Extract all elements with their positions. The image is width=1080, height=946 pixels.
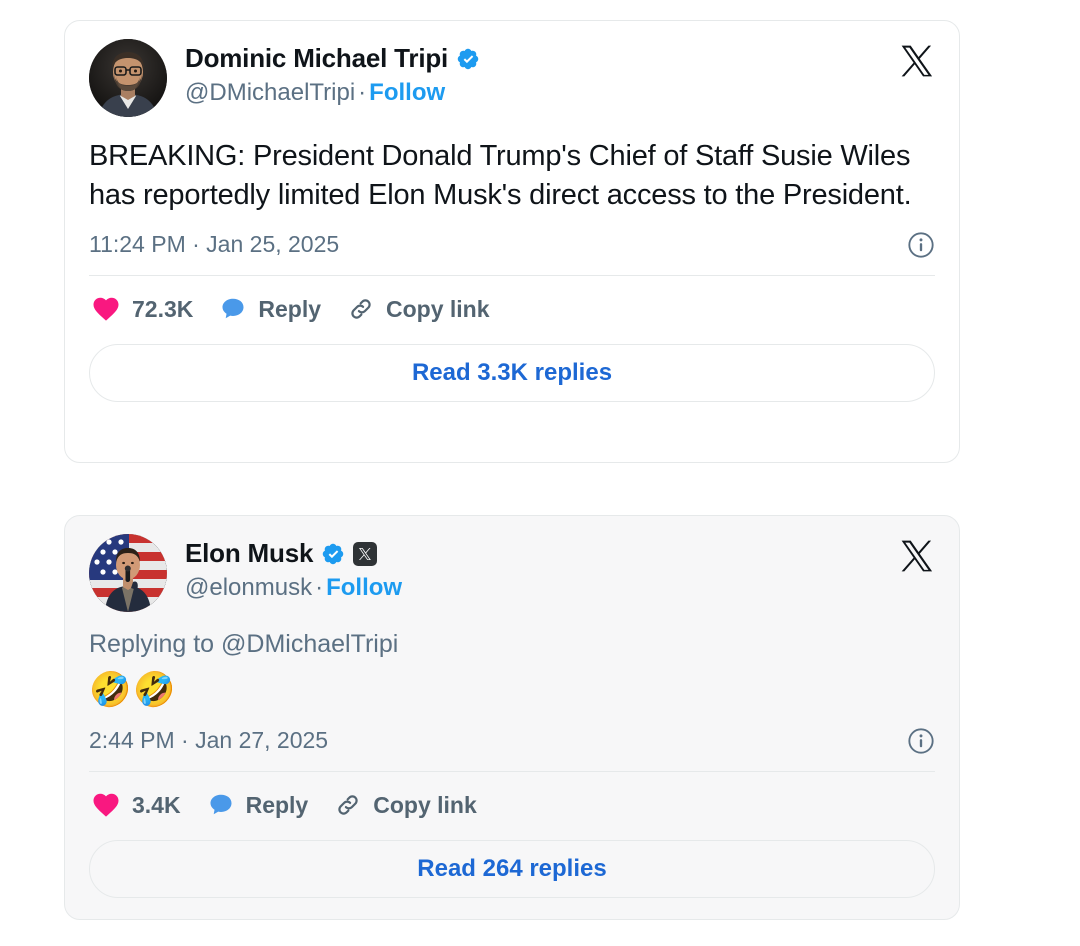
tweet-card-dominic-tripi[interactable]: Dominic Michael Tripi @DMichaelTripi · Fol… <box>64 20 960 463</box>
follow-link[interactable]: Follow <box>369 79 445 106</box>
tweet-card-elon-musk[interactable]: Elon Musk @elonmusk · Follow Replying to… <box>64 515 960 920</box>
heart-icon <box>91 294 121 324</box>
read-replies-button[interactable]: Read 3.3K replies <box>89 344 935 403</box>
reply-action[interactable]: Reply <box>219 295 321 323</box>
handle-separator: · <box>358 78 367 106</box>
reply-label: Reply <box>245 791 309 818</box>
info-circle-icon[interactable] <box>907 231 935 259</box>
divider <box>89 275 935 277</box>
replying-to-text: Replying to @DMichaelTripi <box>89 630 399 658</box>
verified-badge-icon <box>457 48 479 70</box>
handle-separator: · <box>315 573 324 601</box>
tweet-actions: 3.4K Reply Copy link <box>89 790 935 820</box>
embedded-posts-page: Dominic Michael Tripi @DMichaelTripi · Fol… <box>0 0 1080 946</box>
copy-link-action[interactable]: Copy link <box>347 295 490 323</box>
author-display-name: Elon Musk <box>185 538 314 568</box>
x-logo-icon[interactable] <box>899 538 935 574</box>
tweet-text: BREAKING: President Donald Trump's Chief… <box>89 140 912 212</box>
tweet-timestamp: 2:44 PM · Jan 27, 2025 <box>89 727 329 754</box>
reply-label: Reply <box>258 295 322 322</box>
tweet-timestamp: 11:24 PM · Jan 25, 2025 <box>89 231 340 258</box>
author-display-name: Dominic Michael Tripi <box>185 43 449 73</box>
author-handle: @elonmusk <box>185 573 313 601</box>
tweet-header: Dominic Michael Tripi @DMichaelTripi · Fol… <box>89 39 935 119</box>
speech-bubble-icon <box>219 295 247 323</box>
author-handle-row: @DMichaelTripi · Follow <box>185 79 480 108</box>
link-chain-icon <box>347 295 375 323</box>
follow-link[interactable]: Follow <box>326 574 402 601</box>
author-handle-row: @elonmusk · Follow <box>185 574 402 603</box>
link-chain-icon <box>334 791 362 819</box>
tweet-header: Elon Musk @elonmusk · Follow <box>89 534 935 614</box>
heart-icon <box>91 790 121 820</box>
divider <box>89 771 935 772</box>
tweet-actions: 72.3K Reply Copy link <box>89 294 935 324</box>
tweet-text: 🤣🤣 <box>89 670 178 709</box>
copy-link-label: Copy link <box>373 791 477 818</box>
like-action[interactable]: 3.4K <box>91 790 181 820</box>
x-logo-icon[interactable] <box>899 43 935 79</box>
avatar[interactable] <box>89 39 167 117</box>
author-name-row: Elon Musk <box>185 538 402 569</box>
avatar[interactable] <box>89 534 167 612</box>
tweet-meta-row: 11:24 PM · Jan 25, 2025 <box>89 231 935 259</box>
copy-link-label: Copy link <box>386 295 490 322</box>
author-name-row: Dominic Michael Tripi <box>185 43 480 74</box>
like-count: 72.3K <box>132 295 194 322</box>
tweet-meta-row: 2:44 PM · Jan 27, 2025 <box>89 727 935 755</box>
like-count: 3.4K <box>132 791 181 818</box>
author-handle: @DMichaelTripi <box>185 78 356 106</box>
x-affiliate-badge-icon[interactable] <box>353 541 378 566</box>
author-block: Dominic Michael Tripi @DMichaelTripi · Fol… <box>185 39 480 108</box>
read-replies-button[interactable]: Read 264 replies <box>89 840 935 898</box>
author-block: Elon Musk @elonmusk · Follow <box>185 534 402 603</box>
like-action[interactable]: 72.3K <box>91 294 193 324</box>
speech-bubble-icon <box>207 791 235 819</box>
verified-badge-icon <box>322 543 344 565</box>
reply-action[interactable]: Reply <box>207 791 309 819</box>
copy-link-action[interactable]: Copy link <box>334 791 477 819</box>
info-circle-icon[interactable] <box>907 727 935 755</box>
